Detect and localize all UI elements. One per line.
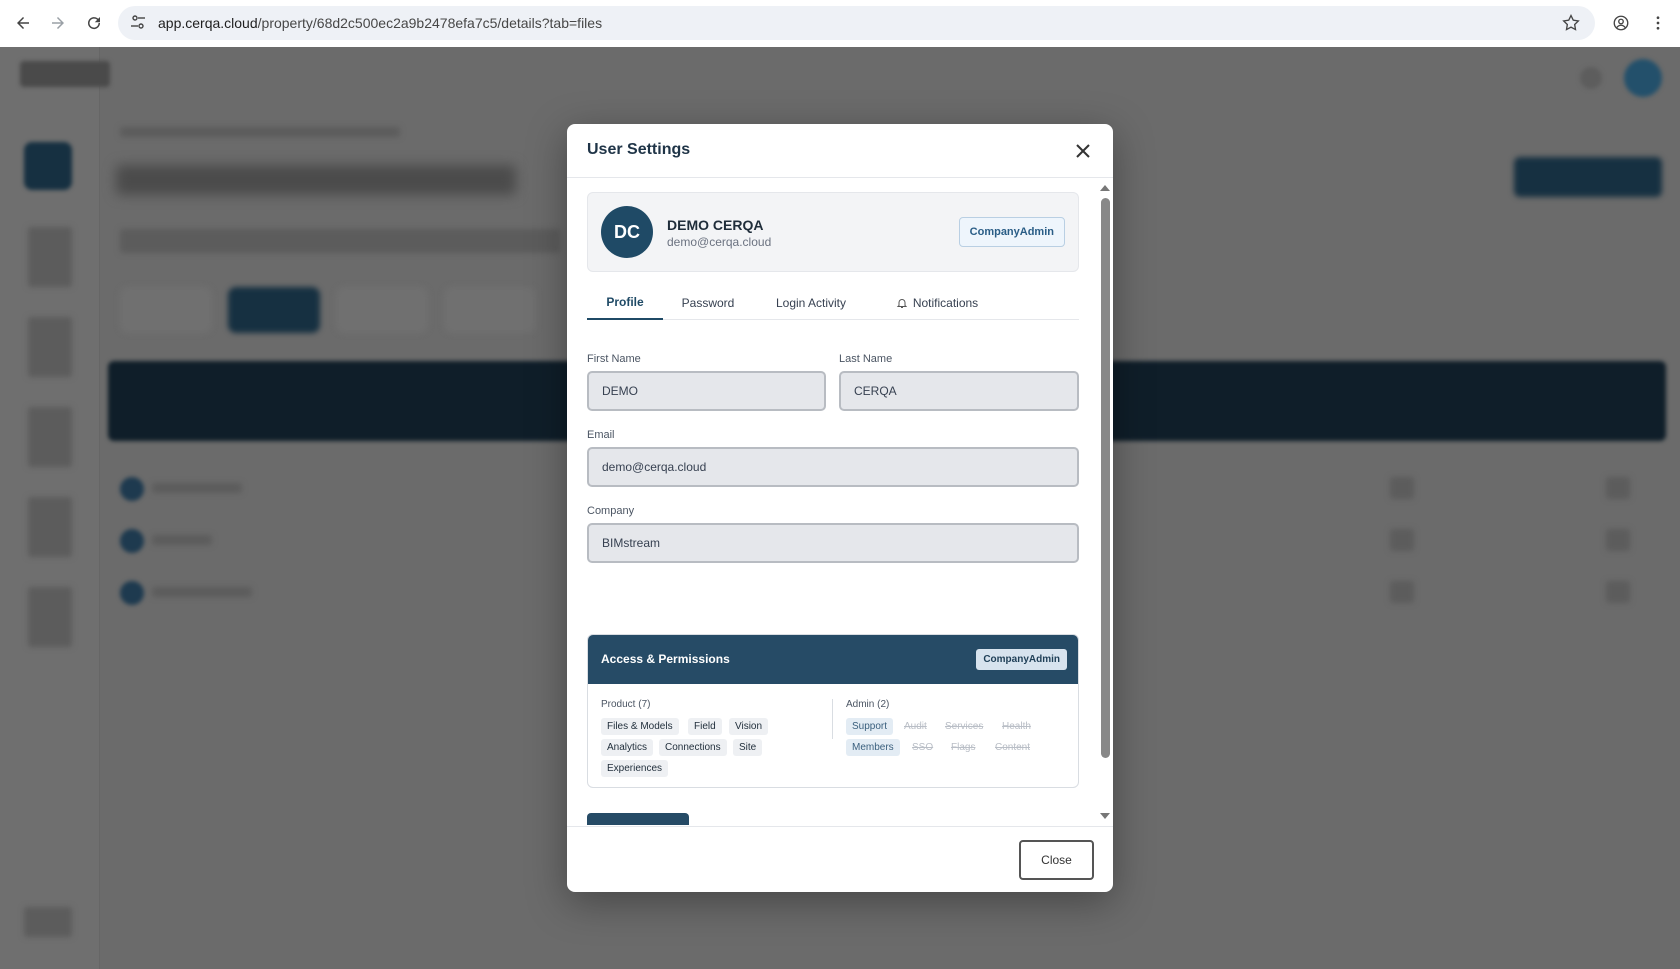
breadcrumb-blur xyxy=(120,127,400,137)
permissions-title: Access & Permissions xyxy=(601,652,730,666)
role-badge: CompanyAdmin xyxy=(958,217,1065,247)
sidebar-active-tile xyxy=(24,142,72,190)
product-chip: Experiences xyxy=(601,760,669,777)
modal-body: DC DEMO CERQA demo@cerqa.cloud CompanyAd… xyxy=(567,179,1113,825)
row-blur xyxy=(152,535,212,545)
address-bar[interactable]: app.cerqa.cloud/property/68d2c500ec2a9b2… xyxy=(118,6,1595,40)
scrollbar-thumb[interactable] xyxy=(1101,198,1110,758)
product-chip: Connections xyxy=(659,739,727,756)
close-icon[interactable] xyxy=(1073,141,1093,161)
permissions-header: Access & Permissions CompanyAdmin xyxy=(588,635,1078,684)
app-tab-blur xyxy=(228,287,320,333)
page-title-blur xyxy=(116,165,516,195)
app-tab-blur xyxy=(336,287,428,333)
email-label: Email xyxy=(587,429,615,441)
site-settings-icon[interactable] xyxy=(130,14,146,30)
modal-header: User Settings xyxy=(567,124,1113,178)
modal-footer: Close xyxy=(567,826,1113,892)
row-blur xyxy=(152,587,252,597)
stats-blur xyxy=(120,229,560,253)
app-tab-blur xyxy=(120,287,212,333)
admin-chip-disabled: Content xyxy=(995,742,1031,753)
tab-profile[interactable]: Profile xyxy=(587,286,663,320)
row-blur xyxy=(1390,477,1414,499)
row-blur xyxy=(1390,581,1414,603)
permissions-divider xyxy=(832,699,833,739)
last-name-label: Last Name xyxy=(839,353,893,365)
last-name-field[interactable]: CERQA xyxy=(839,371,1079,411)
scroll-down-icon[interactable] xyxy=(1100,813,1110,819)
tab-password[interactable]: Password xyxy=(677,286,739,320)
row-blur xyxy=(120,529,144,553)
tab-notifications[interactable]: Notifications xyxy=(887,286,987,320)
access-permissions-panel: Access & Permissions CompanyAdmin Produc… xyxy=(587,634,1079,788)
modal-title: User Settings xyxy=(587,141,691,158)
product-chip: Field xyxy=(688,718,722,735)
bookmark-star-icon[interactable] xyxy=(1561,13,1581,33)
browser-toolbar: app.cerqa.cloud/property/68d2c500ec2a9b2… xyxy=(0,0,1680,47)
product-chip: Site xyxy=(733,739,763,756)
user-card: DC DEMO CERQA demo@cerqa.cloud CompanyAd… xyxy=(587,192,1079,272)
admin-title: Admin (2) xyxy=(846,699,890,710)
sidebar-blur xyxy=(28,497,72,557)
product-chip: Files & Models xyxy=(601,718,679,735)
sidebar-blur xyxy=(28,407,72,467)
reload-icon[interactable] xyxy=(82,11,106,35)
permissions-role-badge: CompanyAdmin xyxy=(976,649,1067,670)
sidebar-blur xyxy=(28,227,72,287)
scroll-up-icon[interactable] xyxy=(1100,185,1110,191)
admin-chip-disabled: Audit xyxy=(904,721,927,732)
bell-icon xyxy=(896,299,908,308)
user-email: demo@cerqa.cloud xyxy=(667,235,772,249)
back-icon[interactable] xyxy=(11,11,35,35)
row-blur xyxy=(1606,529,1630,551)
row-blur xyxy=(120,477,144,501)
page-action-blur xyxy=(1514,157,1662,197)
user-settings-modal: User Settings DC DEMO CERQA demo@cerqa.c… xyxy=(567,124,1113,892)
company-label: Company xyxy=(587,505,635,517)
browser-menu-icon[interactable] xyxy=(1646,11,1670,35)
sidebar-blur xyxy=(28,587,72,647)
settings-tabs: Profile Password Login Activity Notifica… xyxy=(587,286,1079,320)
user-name: DEMO CERQA xyxy=(667,217,764,233)
row-blur xyxy=(1390,529,1414,551)
close-button[interactable]: Close xyxy=(1019,840,1094,880)
profile-icon[interactable] xyxy=(1609,11,1633,35)
sidebar-blur xyxy=(28,317,72,377)
app-avatar xyxy=(1624,59,1662,97)
app-logo xyxy=(20,61,110,87)
product-title: Product (7) xyxy=(601,699,651,710)
company-field[interactable]: BIMstream xyxy=(587,523,1079,563)
avatar: DC xyxy=(601,206,653,258)
row-blur xyxy=(152,483,242,493)
admin-chip: Support xyxy=(846,718,894,735)
sidebar-blur xyxy=(24,907,72,937)
admin-chip-disabled: Flags xyxy=(951,742,976,753)
email-field[interactable]: demo@cerqa.cloud xyxy=(587,447,1079,487)
admin-chip-disabled: Services xyxy=(945,721,984,732)
edit-profile-button[interactable]: Edit Profile xyxy=(587,813,689,825)
forward-icon[interactable] xyxy=(46,11,70,35)
app-bell-icon xyxy=(1580,67,1602,89)
row-blur xyxy=(120,581,144,605)
row-blur xyxy=(1606,581,1630,603)
url-text[interactable]: app.cerqa.cloud/property/68d2c500ec2a9b2… xyxy=(158,15,602,31)
admin-chip: Members xyxy=(846,739,900,756)
tab-login-activity[interactable]: Login Activity xyxy=(765,286,857,320)
first-name-label: First Name xyxy=(587,353,641,365)
product-chip: Vision xyxy=(729,718,769,735)
admin-chip-disabled: SSO xyxy=(912,742,934,753)
first-name-field[interactable]: DEMO xyxy=(587,371,826,411)
app-tab-blur xyxy=(444,287,536,333)
row-blur xyxy=(1606,477,1630,499)
admin-chip-disabled: Health xyxy=(1002,721,1031,732)
product-chip: Analytics xyxy=(601,739,654,756)
